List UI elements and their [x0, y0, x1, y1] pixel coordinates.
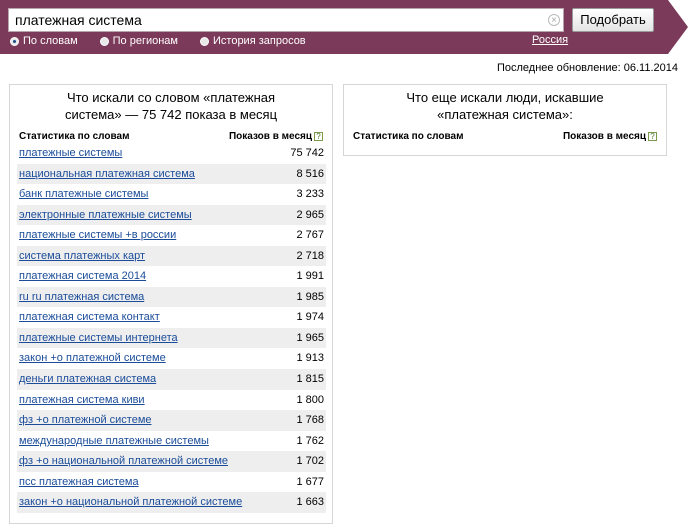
impressions-count: 1 762 — [296, 434, 324, 447]
mode-radio[interactable]: По словам — [10, 35, 78, 47]
keyword-link[interactable]: банк платежные системы — [19, 188, 148, 200]
table-row: система платежных карт 2 718 — [17, 245, 326, 267]
search-input[interactable]: платежная система — [8, 8, 564, 32]
col-count-header: Показов в месяц ? — [229, 131, 323, 142]
table-row: платежная система 2014 1 991 — [17, 266, 326, 287]
impressions-count: 1 800 — [296, 393, 324, 406]
table-row: платежная система киви 1 800 — [17, 390, 326, 411]
table-row: платежные системы интернета 1 965 — [17, 327, 326, 349]
keyword-table: платежные системы 75 742 национальная плат… — [17, 143, 326, 513]
table-row: платежные системы +в россии 2 767 — [17, 225, 326, 246]
keyword-link[interactable]: псс платежная система — [19, 476, 139, 488]
table-row: фз +о платежной системе 1 768 — [17, 410, 326, 431]
impressions-count: 1 677 — [296, 475, 324, 488]
table-row: национальная платежная система 8 516 — [17, 163, 326, 185]
table-row: псс платежная система 1 677 — [17, 472, 326, 493]
mode-label: История запросов — [213, 35, 306, 47]
table-row: международные платежные системы 1 762 — [17, 431, 326, 452]
impressions-count: 1 663 — [296, 496, 324, 509]
impressions-count: 1 974 — [296, 311, 324, 324]
impressions-count: 1 991 — [296, 270, 324, 283]
table-header: Статистика по словам Показов в месяц ? — [353, 131, 657, 142]
table-row: платежные системы 75 742 — [17, 143, 326, 164]
panel-title: Что искали со словом «платежная система»… — [64, 90, 278, 122]
keyword-link[interactable]: деньги платежная система — [19, 373, 156, 385]
keyword-link[interactable]: платежная система контакт — [19, 311, 160, 323]
mode-radio[interactable]: По регионам — [99, 35, 178, 47]
impressions-count: 1 815 — [296, 373, 324, 386]
search-header: платежная система × Подобрать По словам П… — [0, 0, 688, 54]
help-icon[interactable]: ? — [648, 132, 657, 141]
impressions-count: 2 767 — [296, 229, 324, 242]
impressions-count: 1 913 — [296, 352, 324, 365]
col-count-header: Показов в месяц ? — [563, 131, 657, 142]
col-keyword-header: Статистика по словам — [353, 131, 464, 142]
search-button[interactable]: Подобрать — [572, 8, 654, 32]
keyword-link[interactable]: закон +о платежной системе — [19, 352, 166, 364]
search-mode-group: По словам По регионам История запросов — [10, 34, 328, 48]
mode-radio[interactable]: История запросов — [200, 35, 306, 47]
table-row: электронные платежные системы 2 965 — [17, 204, 326, 226]
impressions-count: 2 965 — [296, 208, 324, 221]
impressions-count: 8 516 — [296, 167, 324, 180]
keyword-link[interactable]: платежные системы интернета — [19, 332, 178, 344]
impressions-count: 1 768 — [296, 414, 324, 427]
related-keywords-panel: Что искали со словом «платежная система»… — [9, 84, 333, 524]
col-keyword-header: Статистика по словам — [19, 131, 130, 142]
keyword-link[interactable]: ru ru платежная система — [19, 291, 144, 303]
keyword-link[interactable]: международные платежные системы — [19, 435, 209, 447]
table-row: закон +о платежной системе 1 913 — [17, 348, 326, 369]
last-update: Последнее обновление: 06.11.2014 — [496, 62, 678, 74]
table-header: Статистика по словам Показов в месяц ? — [19, 131, 323, 142]
also-searched-panel: Что еще искали люди, искавшие «платежная… — [343, 84, 667, 156]
keyword-link[interactable]: фз +о платежной системе — [19, 414, 152, 426]
table-row: фз +о национальной платежной системе 1 70… — [17, 451, 326, 472]
keyword-link[interactable]: закон +о национальной платежной системе — [19, 496, 242, 508]
keyword-link[interactable]: национальная платежная система — [19, 168, 195, 180]
keyword-link[interactable]: фз +о национальной платежной системе — [19, 455, 228, 467]
help-icon[interactable]: ? — [314, 132, 323, 141]
region-link[interactable]: Россия — [532, 34, 568, 46]
table-row: банк платежные системы 3 233 — [17, 184, 326, 205]
keyword-link[interactable]: система платежных карт — [19, 250, 145, 262]
impressions-count: 75 742 — [290, 147, 324, 159]
keyword-link[interactable]: платежные системы — [19, 147, 122, 159]
table-row: деньги платежная система 1 815 — [17, 369, 326, 390]
radio-dot-icon — [200, 36, 209, 46]
keyword-link[interactable]: платежная система киви — [19, 394, 145, 406]
mode-label: По регионам — [112, 35, 178, 47]
impressions-count: 1 702 — [296, 455, 324, 468]
mode-label: По словам — [23, 35, 78, 47]
keyword-link[interactable]: платежные системы +в россии — [19, 229, 176, 241]
impressions-count: 1 985 — [296, 290, 324, 303]
table-row: ru ru платежная система 1 985 — [17, 286, 326, 308]
table-row: закон +о национальной платежной системе 1… — [17, 492, 326, 513]
keyword-link[interactable]: платежная система 2014 — [19, 270, 146, 282]
header-arrow — [668, 0, 688, 54]
panel-title: Что еще искали люди, искавшие «платежная… — [406, 90, 604, 122]
impressions-count: 1 965 — [296, 331, 324, 344]
radio-dot-icon — [10, 36, 19, 46]
radio-dot-icon — [99, 36, 109, 46]
impressions-count: 2 718 — [296, 249, 324, 262]
impressions-count: 3 233 — [296, 188, 324, 201]
keyword-link[interactable]: электронные платежные системы — [19, 209, 192, 221]
clear-icon[interactable]: × — [548, 14, 560, 26]
table-row: платежная система контакт 1 974 — [17, 307, 326, 328]
